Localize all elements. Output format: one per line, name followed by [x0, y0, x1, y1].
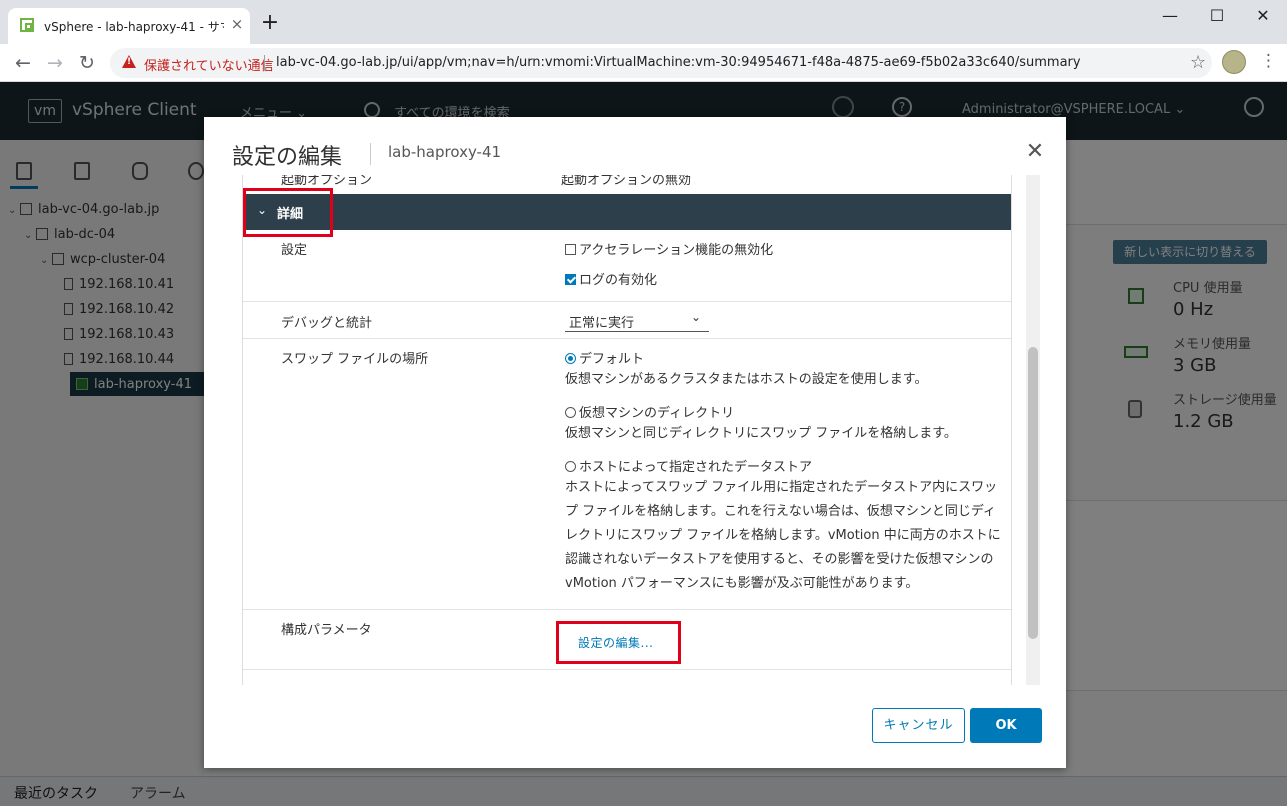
- dialog-close-icon[interactable]: ✕: [1022, 139, 1048, 165]
- row-value: 起動オプションの無効: [561, 175, 692, 188]
- dialog-subtitle: lab-haproxy-41: [388, 143, 502, 161]
- enable-logging-checkbox[interactable]: ログの有効化: [565, 269, 657, 288]
- maximize-button[interactable]: ☐: [1197, 4, 1237, 28]
- radio[interactable]: [565, 407, 576, 418]
- checkbox[interactable]: [565, 244, 576, 255]
- swap-host-datastore-radio[interactable]: ホストによって指定されたデータストア: [565, 456, 812, 475]
- debug-stats-select[interactable]: 正常に実行 ⌄: [565, 307, 709, 332]
- new-tab-button[interactable]: +: [258, 12, 282, 36]
- browser-tab[interactable]: vSphere - lab-haproxy-41 - サマリ ×: [8, 8, 250, 44]
- option-description: 仮想マシンがあるクラスタまたはホストの設定を使用します。: [565, 372, 928, 387]
- browser-toolbar: ← → ↻ 保護されていない通信 lab-vc-04.go-lab.jp/ui/…: [0, 44, 1287, 82]
- select-value: 正常に実行: [569, 316, 635, 331]
- option-label: アクセラレーション機能の無効化: [579, 243, 774, 258]
- radio-selected[interactable]: [565, 353, 576, 364]
- option-label: ホストによって指定されたデータストア: [579, 460, 812, 475]
- highlight-box: [556, 621, 681, 664]
- url-text[interactable]: lab-vc-04.go-lab.jp/ui/app/vm;nav=h/urn:…: [276, 55, 1081, 70]
- divider: [264, 55, 265, 71]
- row-divider: [243, 338, 1011, 339]
- disable-acceleration-checkbox[interactable]: アクセラレーション機能の無効化: [565, 239, 773, 258]
- security-label[interactable]: 保護されていない通信: [144, 55, 274, 74]
- tab-strip: vSphere - lab-haproxy-41 - サマリ × + — ☐ ✕: [0, 0, 1287, 44]
- edit-settings-dialog: 設定の編集 lab-haproxy-41 ✕ 起動オプション 起動オプションの無…: [204, 117, 1066, 768]
- minimize-button[interactable]: —: [1150, 4, 1190, 28]
- tab-title: vSphere - lab-haproxy-41 - サマリ: [44, 20, 224, 34]
- option-description: 仮想マシンと同じディレクトリにスワップ ファイルを格納します。: [565, 426, 957, 441]
- row-label: 起動オプション: [281, 175, 373, 188]
- back-button[interactable]: ←: [10, 50, 36, 76]
- ok-button[interactable]: OK: [970, 708, 1042, 743]
- tab-close-icon[interactable]: ×: [228, 15, 246, 33]
- settings-label: 設定: [281, 243, 308, 258]
- debug-stats-label: デバッグと統計: [281, 316, 373, 331]
- browser-chrome: vSphere - lab-haproxy-41 - サマリ × + — ☐ ✕…: [0, 0, 1287, 82]
- settings-form: 起動オプション 起動オプションの無効 ⌄ 詳細 設定 アクセラレーション機能の無…: [242, 175, 1012, 685]
- profile-avatar[interactable]: [1222, 50, 1246, 74]
- radio[interactable]: [565, 461, 576, 472]
- cancel-button[interactable]: キャンセル: [872, 708, 965, 743]
- vsphere-favicon-icon: [20, 18, 34, 32]
- forward-button[interactable]: →: [42, 50, 68, 76]
- highlight-box: [243, 188, 333, 237]
- swap-default-radio[interactable]: デフォルト: [565, 348, 644, 367]
- not-secure-warning-icon: [122, 55, 136, 68]
- config-params-label: 構成パラメータ: [281, 623, 372, 638]
- window-close-button[interactable]: ✕: [1243, 4, 1283, 28]
- option-label: 仮想マシンのディレクトリ: [579, 406, 735, 421]
- browser-menu-icon[interactable]: ⋮: [1260, 50, 1277, 72]
- reload-button[interactable]: ↻: [74, 50, 100, 76]
- swap-location-label: スワップ ファイルの場所: [281, 352, 429, 367]
- checkbox-checked[interactable]: [565, 274, 576, 285]
- title-divider: [370, 143, 371, 165]
- option-label: ログの有効化: [579, 273, 658, 288]
- scrollbar-thumb[interactable]: [1028, 347, 1038, 639]
- address-bar[interactable]: 保護されていない通信 lab-vc-04.go-lab.jp/ui/app/vm…: [110, 48, 1212, 78]
- row-divider: [243, 609, 1011, 610]
- row-divider: [243, 669, 1011, 670]
- option-label: デフォルト: [579, 352, 645, 367]
- dialog-title: 設定の編集: [232, 145, 343, 170]
- option-description: ホストによってスワップ ファイル用に指定されたデータストア内にスワップ ファイル…: [565, 480, 1001, 591]
- boot-options-row[interactable]: 起動オプション 起動オプションの無効: [243, 175, 1011, 195]
- chevron-down-icon: ⌄: [691, 310, 702, 324]
- advanced-section-header[interactable]: ⌄ 詳細: [243, 194, 1011, 230]
- bookmark-star-icon[interactable]: ☆: [1190, 52, 1206, 73]
- row-divider: [243, 301, 1011, 302]
- swap-vmdir-radio[interactable]: 仮想マシンのディレクトリ: [565, 402, 734, 421]
